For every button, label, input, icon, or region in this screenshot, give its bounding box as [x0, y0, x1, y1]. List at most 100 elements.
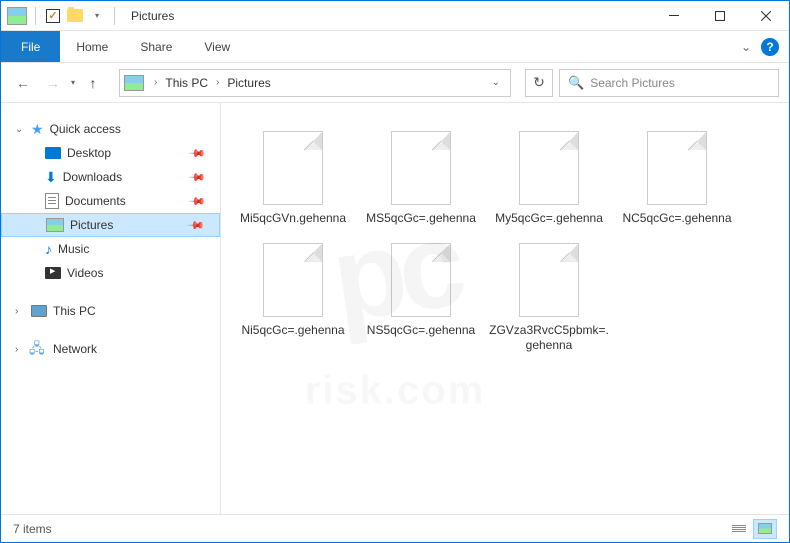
tree-label: Quick access [50, 122, 121, 136]
refresh-button[interactable]: ↻ [525, 69, 553, 97]
qat-properties[interactable]: ✓ [44, 7, 62, 25]
tree-label: Downloads [63, 170, 122, 184]
file-name: MS5qcGc=.gehenna [366, 211, 476, 227]
pin-icon: 📌 [188, 168, 207, 187]
window-icon[interactable] [7, 7, 27, 25]
expand-icon[interactable]: › [15, 344, 25, 355]
file-item[interactable]: Ni5qcGc=.gehenna [229, 235, 357, 362]
network-icon [31, 342, 47, 356]
forward-button[interactable]: → [41, 71, 65, 95]
file-item[interactable]: ZGVza3RvcC5pbmk=.gehenna [485, 235, 613, 362]
sidebar-item-pictures[interactable]: Pictures 📌 [1, 213, 220, 237]
file-name: NC5qcGc=.gehenna [622, 211, 731, 227]
search-box[interactable]: 🔍 Search Pictures [559, 69, 779, 97]
help-icon[interactable]: ? [761, 38, 779, 56]
close-button[interactable] [743, 1, 789, 31]
file-item[interactable]: Mi5qcGVn.gehenna [229, 123, 357, 235]
tree-label: Videos [67, 266, 103, 280]
minimize-button[interactable] [651, 1, 697, 31]
maximize-button[interactable] [697, 1, 743, 31]
sidebar: ⌄ ★ Quick access Desktop 📌 ⬇ Downloads 📌… [1, 103, 221, 514]
tab-view[interactable]: View [188, 31, 246, 62]
tab-share[interactable]: Share [124, 31, 188, 62]
address-bar[interactable]: › This PC › Pictures ⌄ [119, 69, 511, 97]
expand-icon[interactable]: ⌄ [15, 124, 25, 135]
search-icon: 🔍 [568, 75, 584, 91]
history-dropdown[interactable]: ▾ [71, 78, 75, 87]
tree-label: Network [53, 342, 97, 356]
pictures-icon [46, 218, 64, 232]
breadcrumb-chevron-icon[interactable]: › [150, 77, 161, 88]
address-right: ⌄ [492, 77, 506, 88]
sidebar-item-music[interactable]: ♪ Music [1, 237, 220, 261]
window-title: Pictures [131, 9, 174, 23]
qat-new-folder[interactable] [66, 7, 84, 25]
qat-dropdown[interactable]: ▾ [88, 7, 106, 25]
qat-separator [35, 7, 36, 25]
file-icon [263, 243, 323, 317]
file-icon [519, 243, 579, 317]
status-right [727, 519, 777, 539]
file-item[interactable]: MS5qcGc=.gehenna [357, 123, 485, 235]
desktop-icon [45, 147, 61, 159]
breadcrumb-segment[interactable]: Pictures [223, 76, 274, 90]
file-item[interactable]: My5qcGc=.gehenna [485, 123, 613, 235]
pin-icon: 📌 [187, 216, 206, 235]
view-large-icons-button[interactable] [753, 519, 777, 539]
file-tab[interactable]: File [1, 31, 60, 62]
tree-label: Music [58, 242, 89, 256]
file-icon [263, 131, 323, 205]
pin-icon: 📌 [188, 192, 207, 211]
address-dropdown-icon[interactable]: ⌄ [492, 77, 500, 88]
tree-label: Desktop [67, 146, 111, 160]
breadcrumb-chevron-icon[interactable]: › [212, 77, 223, 88]
view-details-button[interactable] [727, 519, 751, 539]
body-area: ⌄ ★ Quick access Desktop 📌 ⬇ Downloads 📌… [1, 103, 789, 514]
search-placeholder: Search Pictures [590, 76, 675, 90]
titlebar: ✓ ▾ Pictures [1, 1, 789, 31]
back-button[interactable]: ← [11, 71, 35, 95]
tree-label: Pictures [70, 218, 113, 232]
ribbon-right: ⌄ ? [741, 31, 789, 62]
file-name: Ni5qcGc=.gehenna [241, 323, 344, 339]
details-icon [732, 525, 746, 532]
file-item[interactable]: NS5qcGc=.gehenna [357, 235, 485, 362]
star-icon: ★ [31, 121, 44, 138]
qat-separator-2 [114, 7, 115, 25]
file-name: Mi5qcGVn.gehenna [240, 211, 346, 227]
window-controls [651, 1, 789, 31]
ribbon-expand-icon[interactable]: ⌄ [741, 40, 751, 54]
downloads-icon: ⬇ [45, 169, 57, 186]
sidebar-item-desktop[interactable]: Desktop 📌 [1, 141, 220, 165]
breadcrumb-segment[interactable]: This PC [161, 76, 212, 90]
navbar: ← → ▾ ↑ › This PC › Pictures ⌄ ↻ 🔍 Searc… [1, 63, 789, 103]
file-name: My5qcGc=.gehenna [495, 211, 603, 227]
tab-home[interactable]: Home [60, 31, 124, 62]
videos-icon [45, 267, 61, 279]
titlebar-left: ✓ ▾ Pictures [1, 7, 174, 25]
tree-network[interactable]: › Network [1, 337, 220, 361]
status-count: 7 items [13, 522, 52, 536]
content-pane[interactable]: Mi5qcGVn.gehenna MS5qcGc=.gehenna My5qcGc=… [221, 103, 789, 514]
sidebar-item-documents[interactable]: Documents 📌 [1, 189, 220, 213]
tree-label: Documents [65, 194, 126, 208]
location-icon [124, 75, 144, 91]
file-icon [391, 243, 451, 317]
tree-quick-access[interactable]: ⌄ ★ Quick access [1, 117, 220, 141]
sidebar-item-downloads[interactable]: ⬇ Downloads 📌 [1, 165, 220, 189]
tree-quick-access-group: ⌄ ★ Quick access Desktop 📌 ⬇ Downloads 📌… [1, 117, 220, 285]
file-name: NS5qcGc=.gehenna [367, 323, 475, 339]
expand-icon[interactable]: › [15, 306, 25, 317]
file-icon [519, 131, 579, 205]
file-name: ZGVza3RvcC5pbmk=.gehenna [489, 323, 609, 354]
tree-label: This PC [53, 304, 96, 318]
file-icon [391, 131, 451, 205]
statusbar: 7 items [1, 514, 789, 542]
file-icon [647, 131, 707, 205]
file-grid: Mi5qcGVn.gehenna MS5qcGc=.gehenna My5qcGc=… [229, 123, 781, 362]
up-button[interactable]: ↑ [81, 71, 105, 95]
tree-this-pc[interactable]: › This PC [1, 299, 220, 323]
file-item[interactable]: NC5qcGc=.gehenna [613, 123, 741, 235]
ribbon: File Home Share View ⌄ ? [1, 31, 789, 63]
sidebar-item-videos[interactable]: Videos [1, 261, 220, 285]
